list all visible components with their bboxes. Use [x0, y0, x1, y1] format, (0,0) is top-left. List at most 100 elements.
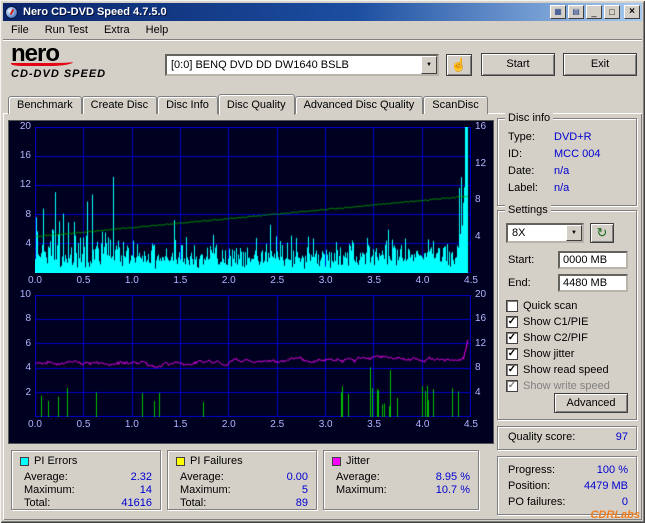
exit-button[interactable]: Exit: [563, 53, 637, 76]
row-label: ID:: [508, 148, 523, 160]
axis-tick-label: 16: [475, 313, 487, 325]
checkbox-show-jitter[interactable]: ✓ Show jitter: [506, 347, 630, 360]
refresh-speeds-button[interactable]: ↻: [590, 223, 614, 243]
stat-row: Average: 2.32: [24, 471, 152, 483]
menu-run-test[interactable]: Run Test: [37, 22, 96, 38]
row-value: n/a: [554, 182, 570, 194]
checkbox-label: Show C2/PIF: [523, 331, 588, 344]
row-label: Average:: [180, 471, 224, 483]
tab-benchmark[interactable]: Benchmark: [8, 96, 82, 114]
disc-info-row-type: Type: DVD+R: [508, 131, 628, 145]
axis-tick-label: 3.5: [367, 275, 382, 286]
axis-tick-label: 0.5: [76, 419, 91, 430]
tab-advanced-disc-quality[interactable]: Advanced Disc Quality: [294, 96, 424, 114]
checkbox-label: Show jitter: [523, 347, 575, 360]
settings-group: Settings 8X ▼ ↻ Start: End: Quick scan ✓…: [497, 204, 637, 420]
menu-bar: File Run Test Extra Help: [3, 21, 642, 40]
stat-row: Average: 8.95 %: [336, 471, 470, 483]
checkbox-show-c1-pie[interactable]: ✓ Show C1/PIE: [506, 315, 630, 328]
stat-row: Maximum: 5: [180, 484, 308, 496]
end-position-input[interactable]: [558, 274, 628, 292]
close-button[interactable]: ×: [624, 5, 640, 19]
row-value: n/a: [554, 165, 570, 177]
axis-tick-label: 4: [25, 237, 31, 249]
drive-info-button[interactable]: ☝: [446, 54, 472, 76]
end-position-row: End:: [508, 274, 628, 292]
axis-tick-label: 0.0: [28, 275, 42, 286]
axis-tick-label: 4.0: [415, 275, 430, 286]
row-label: Type:: [508, 131, 535, 143]
axis-tick-label: 3.5: [367, 419, 382, 430]
checkbox-label: Show read speed: [523, 363, 609, 376]
checkbox-show-write-speed[interactable]: ✓ Show write speed: [506, 379, 630, 392]
checkbox-show-read-speed[interactable]: ✓ Show read speed: [506, 363, 630, 376]
pi-failures-legend: PI Failures: [176, 455, 243, 467]
row-label: PO failures:: [508, 496, 566, 508]
axis-tick-label: 2.0: [221, 419, 236, 430]
disc-info-row-label: Label: n/a: [508, 182, 628, 196]
start-button[interactable]: Start: [481, 53, 555, 76]
checkbox-box[interactable]: [506, 299, 518, 312]
axis-tick-label: 3.0: [318, 275, 333, 286]
progress-group: Progress: 100 % Position: 4479 MB PO fai…: [497, 456, 637, 515]
jitter-color-swatch: [332, 456, 341, 466]
row-label: Progress:: [508, 464, 556, 476]
stat-row: Maximum: 10.7 %: [336, 484, 470, 496]
row-value: 4479 MB: [583, 480, 628, 492]
chevron-down-icon[interactable]: ▼: [421, 56, 437, 74]
checkbox-box[interactable]: ✓: [506, 363, 518, 376]
tab-disc-info[interactable]: Disc Info: [157, 96, 218, 114]
menu-extra[interactable]: Extra: [96, 22, 138, 38]
axis-tick-label: 1.5: [173, 419, 188, 430]
axis-tick-label: 16: [475, 121, 487, 132]
start-position-input[interactable]: [558, 251, 628, 269]
axis-tick-label: 6: [25, 337, 31, 349]
row-value: 100 %: [596, 464, 628, 476]
jitter-pif-chart: [35, 295, 471, 417]
stats-title: PI Failures: [190, 455, 243, 467]
titlebar[interactable]: Nero CD-DVD Speed 4.7.5.0 ▦ ▤ _ □ ×: [3, 3, 642, 21]
jitter-stats-box: Jitter Average: 8.95 % Maximum: 10.7 %: [323, 450, 479, 510]
speed-select[interactable]: 8X ▼: [506, 223, 584, 243]
pi-errors-color-swatch: [20, 456, 29, 466]
menu-file[interactable]: File: [3, 22, 37, 38]
disc-info-row-date: Date: n/a: [508, 165, 628, 179]
chevron-down-icon[interactable]: ▼: [566, 225, 582, 241]
position-row: Position: 4479 MB: [508, 480, 628, 494]
titlebar-extra-button-2[interactable]: ▤: [568, 5, 584, 19]
pi-errors-chart: [35, 127, 471, 273]
row-value: DVD+R: [554, 131, 592, 143]
checkbox-box[interactable]: ✓: [506, 379, 518, 392]
menu-help[interactable]: Help: [138, 22, 177, 38]
maximize-button[interactable]: □: [604, 5, 620, 19]
axis-tick-label: 4.5: [464, 419, 478, 430]
stats-title: Jitter: [346, 455, 370, 467]
tab-scandisc[interactable]: ScanDisc: [423, 96, 488, 114]
checkbox-show-c2-pif[interactable]: ✓ Show C2/PIF: [506, 331, 630, 344]
axis-tick-label: 4: [475, 230, 481, 242]
row-value: 2.32: [130, 471, 152, 483]
checkbox-quick-scan[interactable]: Quick scan: [506, 299, 630, 312]
minimize-button[interactable]: _: [586, 5, 602, 19]
checkbox-box[interactable]: ✓: [506, 315, 518, 328]
watermark: CDRLabs: [590, 509, 640, 521]
axis-tick-label: 1.0: [124, 275, 139, 286]
progress-row: Progress: 100 %: [508, 464, 628, 478]
axis-tick-label: 2.5: [270, 275, 285, 286]
axis-tick-label: 12: [475, 337, 487, 349]
disc-info-group: Disc info Type: DVD+R ID: MCC 004 Date: …: [497, 112, 637, 206]
titlebar-extra-button-1[interactable]: ▦: [550, 5, 566, 19]
advanced-button[interactable]: Advanced: [554, 393, 628, 413]
tab-disc-quality[interactable]: Disc Quality: [217, 94, 295, 115]
toolbar: nero CD-DVD SPEED [0:0] BENQ DVD DD DW16…: [3, 41, 642, 91]
row-label: Label:: [508, 182, 538, 194]
tab-create-disc[interactable]: Create Disc: [81, 96, 158, 114]
drive-select[interactable]: [0:0] BENQ DVD DD DW1640 BSLB ▼: [165, 54, 439, 76]
checkbox-box[interactable]: ✓: [506, 347, 518, 360]
checkbox-box[interactable]: ✓: [506, 331, 518, 344]
start-position-row: Start:: [508, 251, 628, 269]
axis-tick-label: 12: [475, 157, 487, 169]
jitter-legend: Jitter: [332, 455, 370, 467]
end-label: End:: [508, 277, 531, 289]
hand-icon: ☝: [450, 57, 468, 72]
